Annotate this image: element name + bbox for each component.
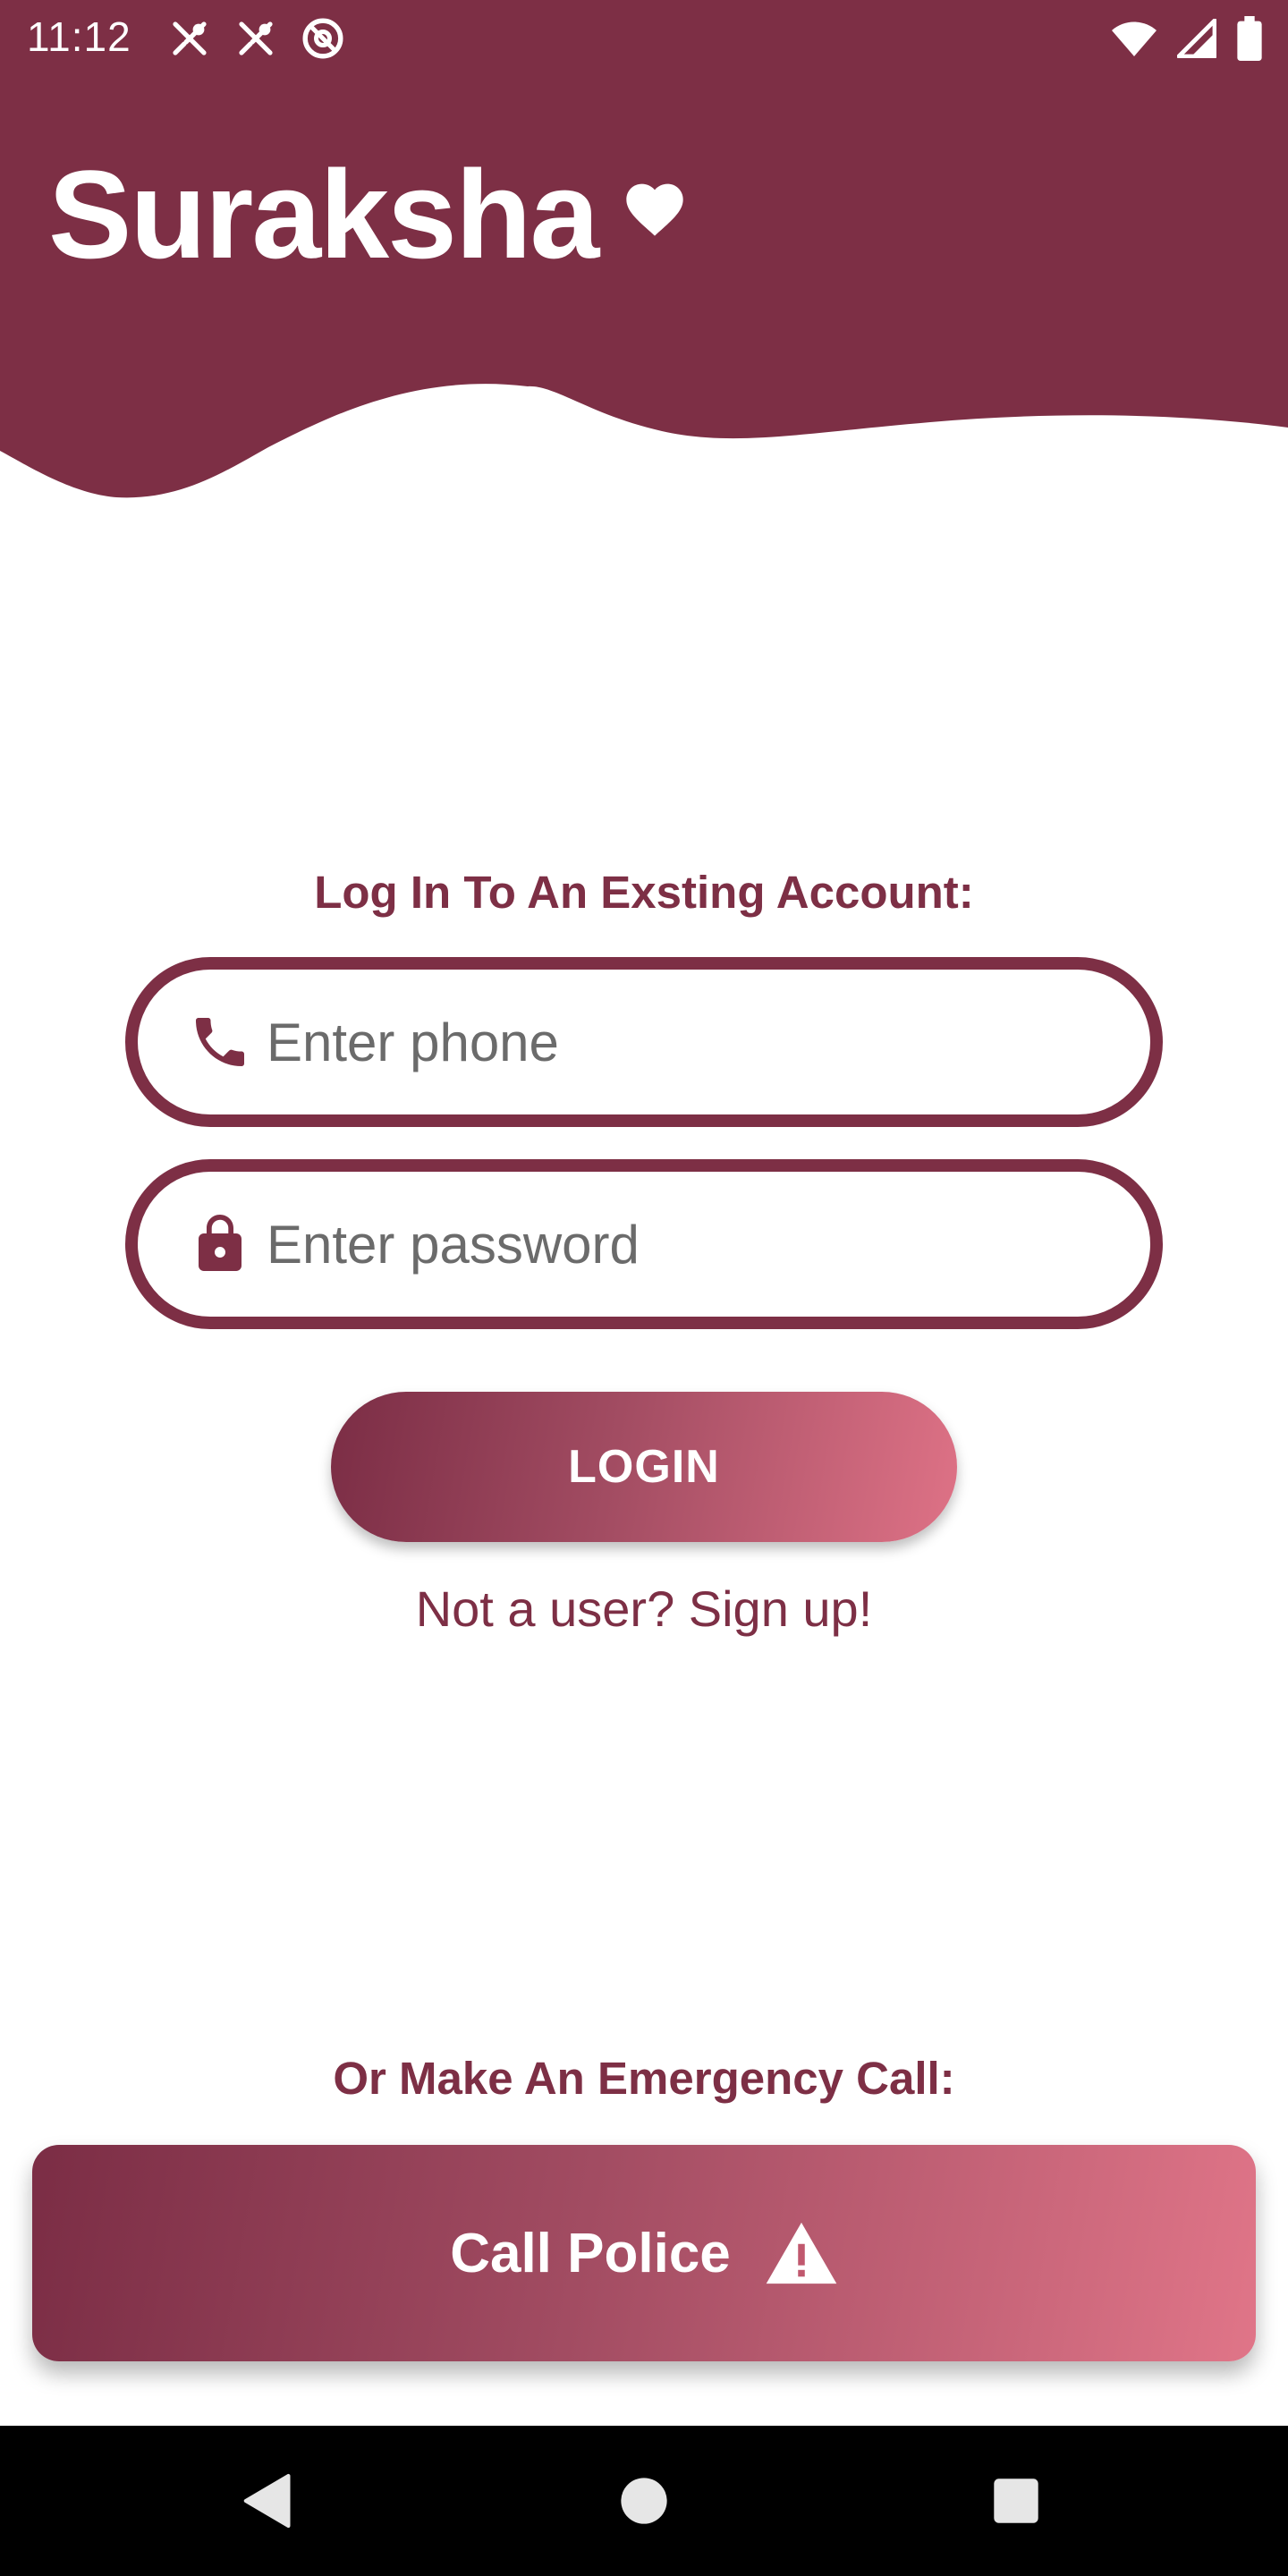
login-screen: 11:12 Suraksha Log In To An Exsting Acco… [0,0,1288,2576]
phone-field[interactable] [125,957,1163,1127]
password-field[interactable] [125,1159,1163,1329]
status-system-icons [1111,16,1263,61]
navigation-bar [0,2426,1288,2576]
app-title-text: Suraksha [48,144,599,284]
back-icon[interactable] [243,2473,293,2529]
app-title: Suraksha [48,152,689,277]
login-heading: Log In To An Exsting Account: [314,867,974,918]
restaurant-icon [234,17,277,60]
restaurant-icon [168,17,211,60]
login-button[interactable]: LOGIN [331,1392,957,1542]
password-input[interactable] [267,1172,1097,1317]
cellular-signal-icon [1177,19,1216,58]
recents-icon[interactable] [993,2478,1039,2524]
status-time: 11:12 [27,13,131,60]
wifi-icon [1111,18,1157,59]
do-not-disturb-icon [301,16,345,61]
emergency-heading: Or Make An Emergency Call: [333,2053,955,2104]
call-police-button[interactable]: Call Police [32,2145,1256,2361]
status-notification-icons [168,16,345,61]
battery-icon [1236,16,1263,61]
phone-input[interactable] [267,970,1097,1114]
signup-link[interactable]: Not a user? Sign up! [0,1580,1288,1638]
warning-icon [765,2221,838,2285]
call-police-label: Call Police [450,2222,731,2284]
status-bar: 11:12 [0,0,1288,75]
lock-icon [188,1212,252,1276]
phone-icon [188,1010,252,1074]
home-icon[interactable] [620,2477,668,2525]
heart-icon [621,175,689,242]
